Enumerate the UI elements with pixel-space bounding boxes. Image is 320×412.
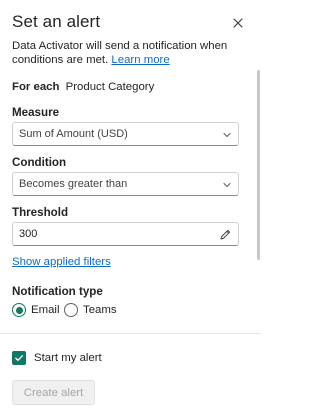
- chevron-down-icon: [223, 182, 231, 188]
- threshold-input[interactable]: 300: [12, 222, 239, 246]
- measure-dropdown[interactable]: Sum of Amount (USD): [12, 122, 239, 146]
- measure-label: Measure: [12, 106, 60, 119]
- teams-radio-option[interactable]: Teams: [64, 302, 117, 318]
- for-each-value: Product Category: [65, 81, 155, 93]
- show-applied-filters-link[interactable]: Show applied filters: [12, 256, 111, 268]
- condition-value: Becomes greater than: [19, 178, 128, 190]
- teams-radio[interactable]: [64, 303, 78, 317]
- close-icon: [233, 18, 243, 28]
- checkmark-icon: [15, 355, 23, 361]
- start-alert-label: Start my alert: [34, 352, 102, 364]
- start-alert-checkbox[interactable]: [12, 351, 26, 365]
- email-radio[interactable]: [12, 303, 26, 317]
- threshold-value: 300: [19, 228, 38, 240]
- create-alert-button[interactable]: Create alert: [12, 380, 95, 405]
- divider: [0, 333, 261, 334]
- for-each-label: For each: [12, 81, 60, 93]
- condition-dropdown[interactable]: Becomes greater than: [12, 172, 239, 196]
- notification-type-label: Notification type: [12, 285, 103, 298]
- start-alert-checkbox-row[interactable]: Start my alert: [12, 351, 102, 365]
- learn-more-link[interactable]: Learn more: [111, 54, 169, 66]
- email-radio-option[interactable]: Email: [12, 302, 59, 318]
- panel-title: Set an alert: [12, 12, 101, 31]
- threshold-label: Threshold: [12, 206, 69, 219]
- scrollbar[interactable]: [257, 70, 260, 260]
- email-radio-label: Email: [31, 304, 60, 316]
- pencil-icon[interactable]: [219, 228, 232, 241]
- close-button[interactable]: [229, 14, 247, 32]
- for-each-row: For each Product Category: [12, 81, 154, 93]
- condition-label: Condition: [12, 156, 67, 169]
- panel-description: Data Activator will send a notification …: [12, 39, 248, 67]
- set-alert-panel: Set an alert Data Activator will send a …: [0, 0, 261, 412]
- measure-value: Sum of Amount (USD): [19, 128, 128, 140]
- teams-radio-label: Teams: [83, 304, 117, 316]
- chevron-down-icon: [223, 132, 231, 138]
